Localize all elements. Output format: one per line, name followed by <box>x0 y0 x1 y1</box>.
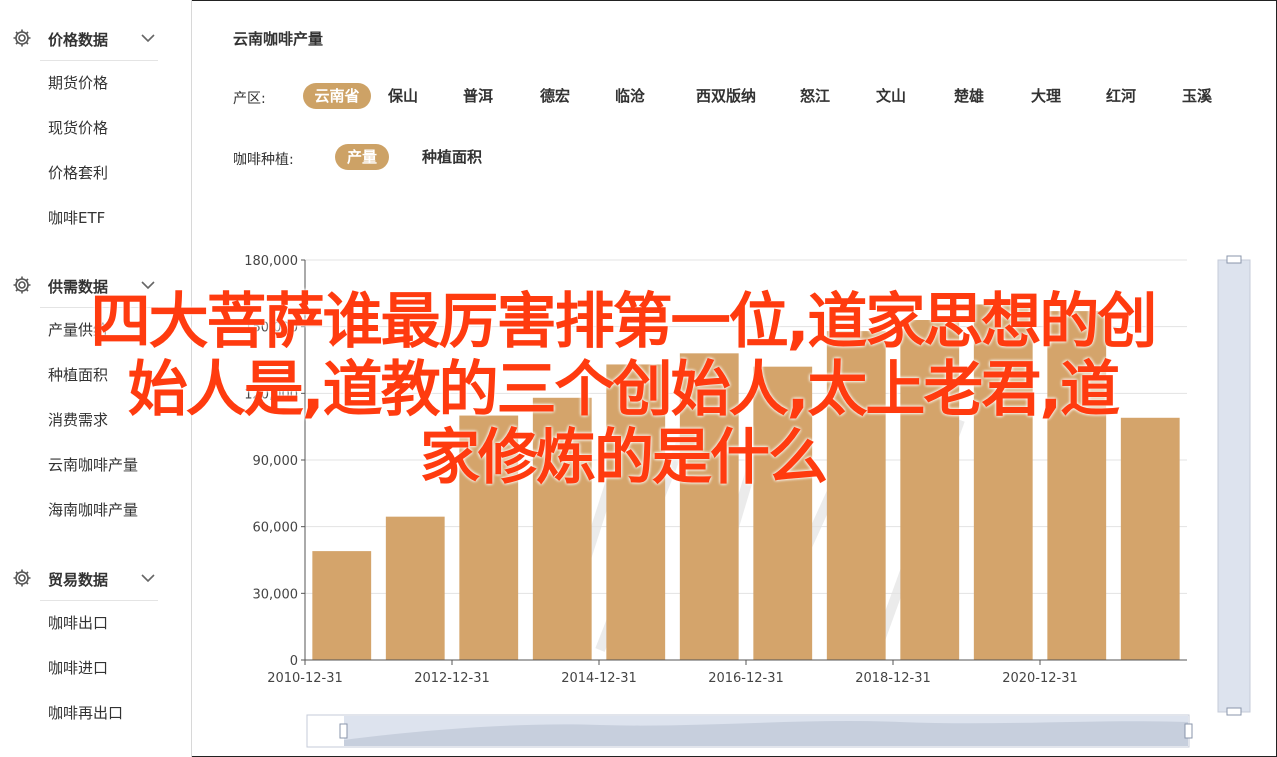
x-tick-label: 2014-12-31 <box>561 671 637 686</box>
bar <box>973 304 1033 660</box>
bar <box>1047 311 1107 660</box>
zoom-handle[interactable] <box>1184 723 1193 739</box>
y-tick-label: 0 <box>290 654 298 669</box>
bar <box>532 397 592 660</box>
zoom-handle[interactable] <box>339 723 348 739</box>
bar <box>459 415 519 660</box>
bar <box>679 353 739 660</box>
bar <box>826 331 886 660</box>
x-tick-label: 2016-12-31 <box>708 671 784 686</box>
y-tick-label: 180,000 <box>244 254 298 269</box>
y-axis-labels: 0 30,000 60,000 90,000 120,000 150,000 180,000 <box>244 254 298 669</box>
zoom-handle[interactable] <box>1226 707 1242 716</box>
y-tick-label: 150,000 <box>244 321 298 336</box>
x-axis-labels: 2010-12-31 2012-12-31 2014-12-31 2016-12-31… <box>267 671 1078 686</box>
production-bar-chart: 0 30,000 60,000 90,000 120,000 150,000 180,000… <box>244 254 1251 748</box>
vertical-zoom-slider[interactable] <box>1217 259 1251 713</box>
x-tick-label: 2010-12-31 <box>267 671 343 686</box>
y-tick-label: 30,000 <box>253 587 299 602</box>
bar <box>753 366 813 660</box>
y-tick-label: 90,000 <box>253 454 299 469</box>
y-tick-label: 60,000 <box>253 521 299 536</box>
bar <box>385 516 445 660</box>
bar <box>606 364 666 660</box>
bar <box>312 551 372 660</box>
x-tick-label: 2018-12-31 <box>855 671 931 686</box>
bar <box>1120 417 1180 660</box>
zoom-handle[interactable] <box>1226 255 1242 264</box>
x-tick-label: 2020-12-31 <box>1002 671 1078 686</box>
x-tick-label: 2012-12-31 <box>414 671 490 686</box>
bar <box>900 320 960 660</box>
y-tick-label: 120,000 <box>244 387 298 402</box>
